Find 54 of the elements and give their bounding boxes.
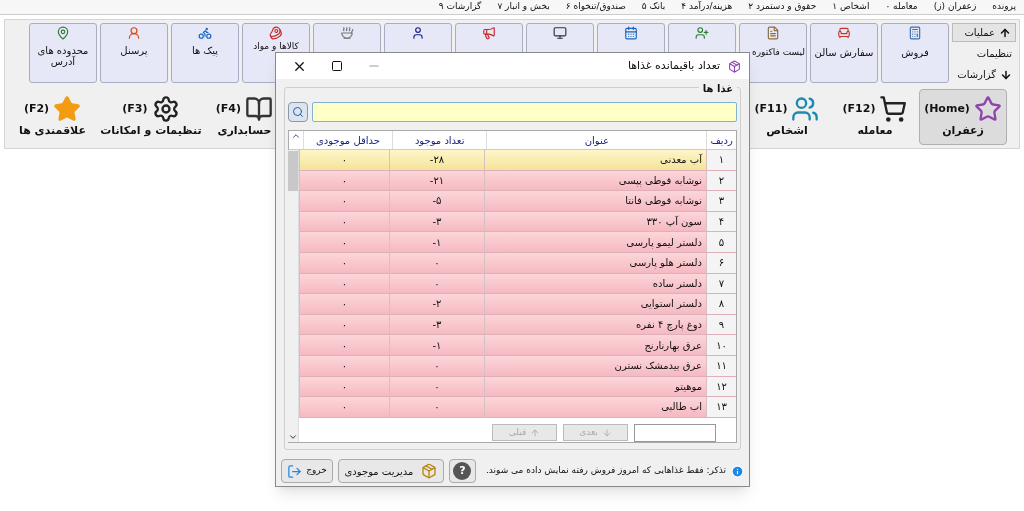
table-cell: آب معدنی <box>484 150 706 170</box>
table-cell: ۱۲ <box>706 376 736 397</box>
table-cell: ۷ <box>706 273 736 294</box>
hotkey-label: (F11) <box>754 100 788 117</box>
table-cell: عرق بهارنارنج <box>484 335 706 355</box>
table-cell: ۲ <box>706 170 736 191</box>
group-label: غذا ها <box>698 81 737 96</box>
table-cell: ۱۳ <box>706 397 736 417</box>
hotkey-label: (F12) <box>842 100 876 117</box>
table-cell: دلستر هلو پارسی <box>484 252 706 273</box>
hotkey-label: (F2) <box>23 100 50 117</box>
note-text: تذکر: فقط غذاهایی که امروز فروش رفته نمایش داده می شوند. <box>485 464 726 478</box>
module-label: زعفران <box>942 122 984 139</box>
window-title: تعداد باقیمانده غذاها <box>627 57 720 74</box>
table-cell: -۳ <box>389 211 484 232</box>
module-label: علاقمندی ها <box>19 122 86 139</box>
table-cell: ۸ <box>706 294 736 314</box>
table-cell: سون آپ ۳۳۰ <box>484 211 706 232</box>
table-cell: ۰ <box>389 273 484 294</box>
table-cell: دلستر لیمو پارسی <box>484 232 706 252</box>
table-cell: ۵ <box>706 232 736 252</box>
table-cell: موهیتو <box>484 376 706 397</box>
table-cell: ۰ <box>389 397 484 417</box>
table-cell: -۱ <box>389 335 484 355</box>
module-label: حسابداری <box>217 122 272 139</box>
table-cell: عرق بیدمشک نسترن <box>484 355 706 376</box>
table-cell: ۶ <box>706 252 736 273</box>
table-cell: ۱۰ <box>706 335 736 355</box>
table-cell: ۹ <box>706 314 736 335</box>
table-cell: ۴ <box>706 211 736 232</box>
module-label: تنظیمات و امکانات <box>100 122 202 139</box>
table-cell: دوغ پارچ ۴ نفره <box>484 314 706 335</box>
table-cell: -۲ <box>389 294 484 314</box>
hotkey-label: (Home) <box>924 100 970 117</box>
table-cell: نوشابه قوطی پپسی <box>484 170 706 191</box>
hotkey-label: (F3) <box>122 100 148 117</box>
table-cell: دلستر استوایی <box>484 294 706 314</box>
table-cell: ۳ <box>706 191 736 211</box>
table-cell: -۱ <box>389 232 484 252</box>
table-cell: ۱ <box>706 150 736 170</box>
module-label: معامله <box>857 122 893 139</box>
module-label: اشخاص <box>766 122 808 139</box>
table-cell: -۲۱ <box>389 170 484 191</box>
table-cell: ۰ <box>389 376 484 397</box>
table-cell: اب طالبی <box>484 397 706 417</box>
table-cell: نوشابه قوطی فانتا <box>484 191 706 211</box>
table-cell: -۲۸ <box>389 150 484 170</box>
table-cell: ۰ <box>389 355 484 376</box>
table-cell: دلستر ساده <box>484 273 706 294</box>
table-cell: -۳ <box>389 314 484 335</box>
table-cell: -۵ <box>389 191 484 211</box>
table-cell: ۰ <box>389 252 484 273</box>
hotkey-label: (F4) <box>215 100 241 117</box>
table-cell: ۱۱ <box>706 355 736 376</box>
